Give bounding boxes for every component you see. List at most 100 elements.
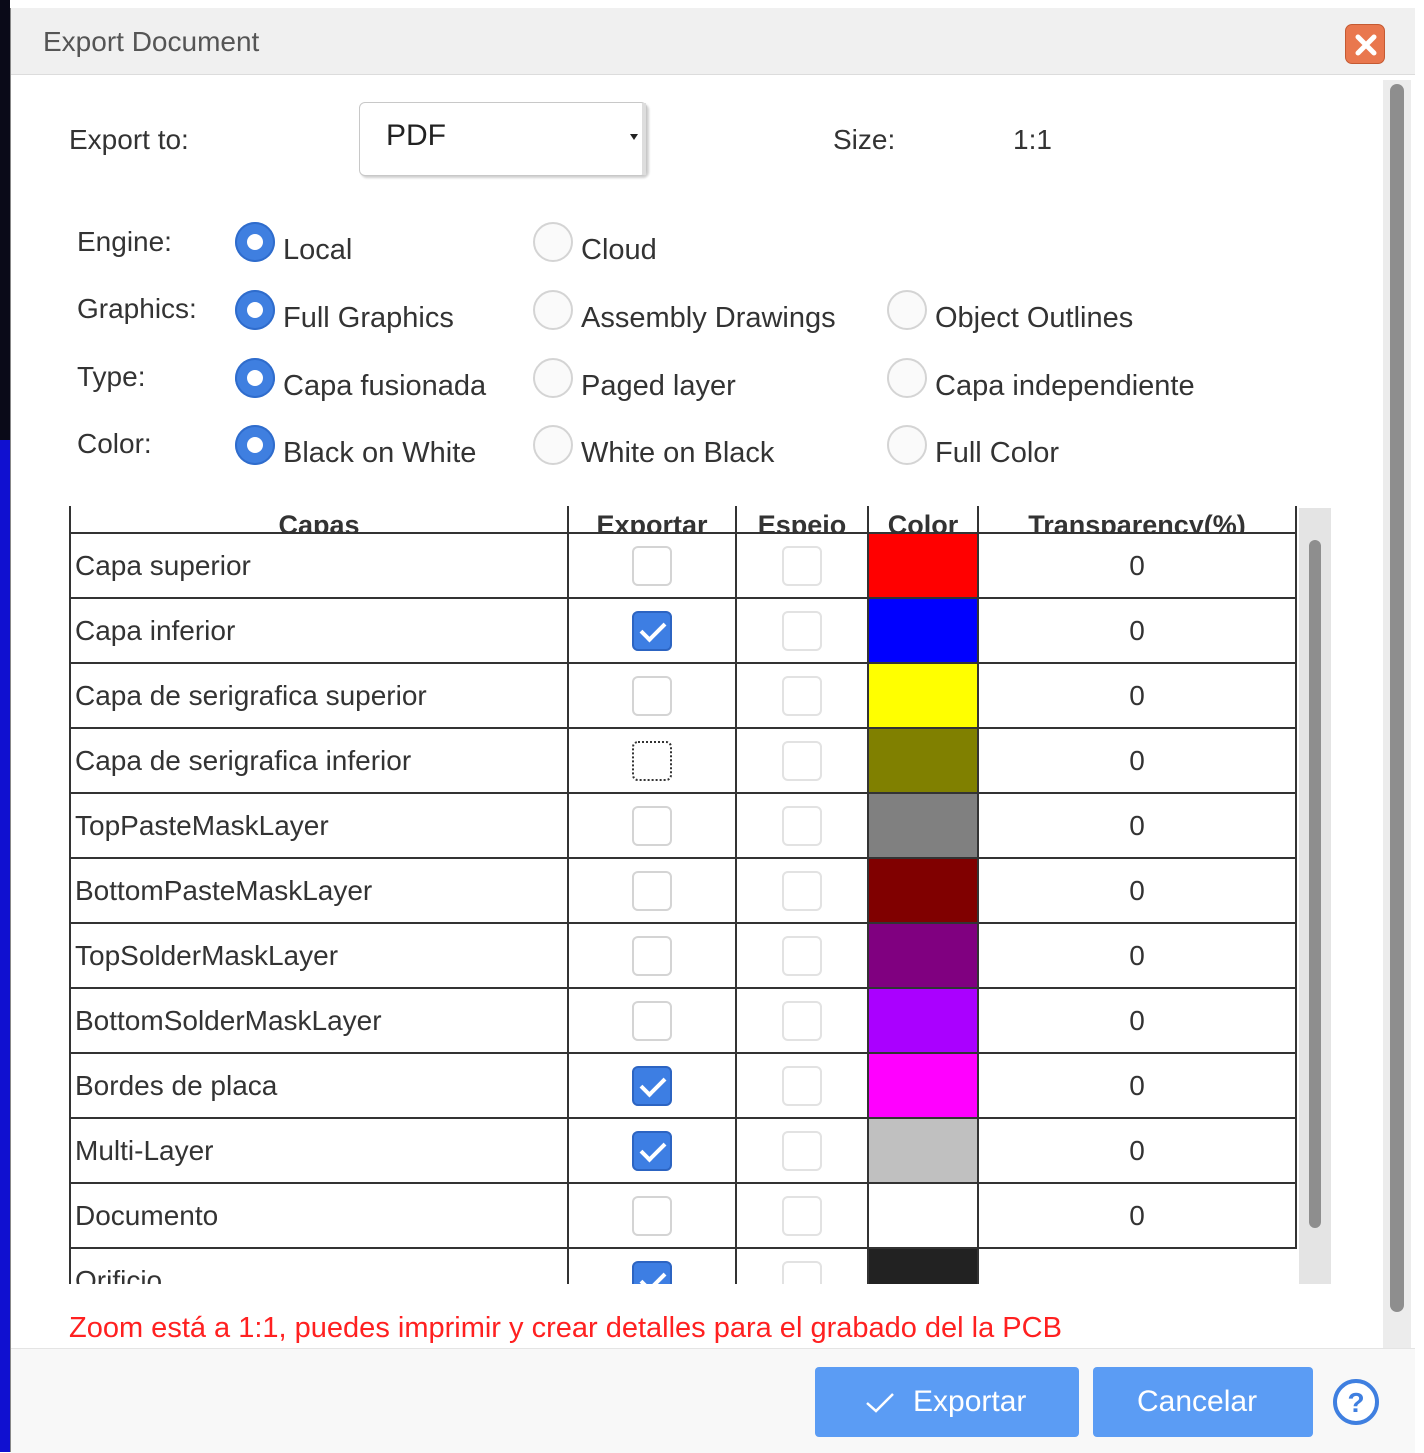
export-cell <box>567 922 737 989</box>
layer-color-swatch[interactable] <box>867 1247 979 1284</box>
mirror-checkbox[interactable] <box>782 1260 822 1284</box>
close-button[interactable] <box>1345 24 1385 64</box>
export-checkbox[interactable] <box>632 805 672 846</box>
export-format-value: PDF <box>386 119 446 152</box>
column-header-export[interactable]: Exportar <box>567 506 737 533</box>
export-checkbox[interactable] <box>632 610 672 651</box>
export-checkbox[interactable] <box>632 740 672 781</box>
table-row[interactable]: Orificio <box>69 1247 1296 1284</box>
layers-table: Capas Exportar Espejo Color Transparency… <box>69 506 1297 1284</box>
zoom-warning-text: Zoom está a 1:1, puedes imprimir y crear… <box>69 1312 1062 1344</box>
layer-name-cell: BottomSolderMaskLayer <box>69 987 569 1054</box>
table-row[interactable]: TopSolderMaskLayer 0 <box>69 922 1297 989</box>
mirror-checkbox[interactable] <box>782 545 822 586</box>
layer-color-swatch[interactable] <box>867 987 979 1054</box>
cancel-button-label: Cancelar <box>1137 1385 1258 1418</box>
layer-name-cell: Capa de serigrafica superior <box>69 662 569 729</box>
export-cell <box>567 1052 737 1119</box>
transparency-cell[interactable]: 0 <box>977 792 1297 859</box>
mirror-checkbox[interactable] <box>782 1065 822 1106</box>
layer-color-swatch[interactable] <box>867 922 979 989</box>
mirror-cell <box>735 1182 869 1249</box>
dropdown-arrow-icon <box>630 134 638 140</box>
layers-table-scrollbar[interactable] <box>1299 508 1331 1284</box>
export-checkbox[interactable] <box>632 870 672 911</box>
export-checkbox[interactable] <box>632 1000 672 1041</box>
transparency-cell[interactable]: 0 <box>977 922 1297 989</box>
export-button[interactable]: Exportar <box>815 1367 1079 1437</box>
mirror-checkbox[interactable] <box>782 740 822 781</box>
layer-color-swatch[interactable] <box>867 727 979 794</box>
table-row[interactable]: BottomPasteMaskLayer 0 <box>69 857 1297 924</box>
table-row[interactable]: Multi-Layer 0 <box>69 1117 1297 1184</box>
transparency-cell[interactable]: 0 <box>977 532 1297 599</box>
column-header-transparency[interactable]: Transparency(%) <box>977 506 1297 533</box>
layer-color-swatch[interactable] <box>867 532 979 599</box>
dialog-titlebar: Export Document <box>11 8 1415 75</box>
mirror-cell <box>735 792 869 859</box>
mirror-checkbox[interactable] <box>782 675 822 716</box>
layer-color-swatch[interactable] <box>867 597 979 664</box>
export-cell <box>567 1117 737 1184</box>
layer-name-cell: Multi-Layer <box>69 1117 569 1184</box>
mirror-checkbox[interactable] <box>782 1195 822 1236</box>
mirror-checkbox[interactable] <box>782 610 822 651</box>
type-label: Type: <box>77 361 146 392</box>
transparency-cell[interactable]: 0 <box>977 727 1297 794</box>
export-cell <box>567 792 737 859</box>
layer-color-swatch[interactable] <box>867 792 979 859</box>
mirror-checkbox[interactable] <box>782 1000 822 1041</box>
export-checkbox[interactable] <box>632 545 672 586</box>
export-cell <box>567 532 737 599</box>
layer-color-swatch[interactable] <box>867 662 979 729</box>
export-checkbox[interactable] <box>632 1130 672 1171</box>
export-checkbox[interactable] <box>632 1065 672 1106</box>
transparency-cell[interactable]: 0 <box>977 987 1297 1054</box>
engine-label: Engine: <box>77 226 172 257</box>
table-row[interactable]: Documento 0 <box>69 1182 1297 1249</box>
mirror-checkbox[interactable] <box>782 935 822 976</box>
export-button-label: Exportar <box>913 1385 1027 1418</box>
transparency-cell[interactable]: 0 <box>977 1182 1297 1249</box>
background-window-edge <box>0 0 10 1452</box>
transparency-cell[interactable]: 0 <box>977 662 1297 729</box>
layer-color-swatch[interactable] <box>867 857 979 924</box>
column-header-layers[interactable]: Capas <box>69 506 569 533</box>
mirror-checkbox[interactable] <box>782 805 822 846</box>
transparency-cell[interactable] <box>978 1247 1296 1284</box>
table-row[interactable]: TopPasteMaskLayer 0 <box>69 792 1297 859</box>
mirror-cell <box>735 1247 869 1284</box>
transparency-cell[interactable]: 0 <box>977 597 1297 664</box>
mirror-cell <box>735 857 869 924</box>
export-document-dialog: Export Document Export to: PDF Size: 1:1… <box>10 8 1415 1453</box>
layer-color-swatch[interactable] <box>867 1052 979 1119</box>
export-checkbox[interactable] <box>632 1260 672 1284</box>
export-format-select[interactable]: PDF <box>359 102 647 176</box>
table-row[interactable]: BottomSolderMaskLayer 0 <box>69 987 1297 1054</box>
export-cell <box>567 597 737 664</box>
transparency-cell[interactable]: 0 <box>977 1117 1297 1184</box>
mirror-checkbox[interactable] <box>782 1130 822 1171</box>
mirror-checkbox[interactable] <box>782 870 822 911</box>
help-button[interactable]: ? <box>1333 1379 1379 1425</box>
table-row[interactable]: Bordes de placa 0 <box>69 1052 1297 1119</box>
mirror-cell <box>735 727 869 794</box>
export-cell <box>567 662 737 729</box>
cancel-button[interactable]: Cancelar <box>1093 1367 1313 1437</box>
export-checkbox[interactable] <box>632 935 672 976</box>
transparency-cell[interactable]: 0 <box>977 857 1297 924</box>
table-row[interactable]: Capa inferior 0 <box>69 597 1297 664</box>
layer-name-cell: Capa de serigrafica inferior <box>69 727 569 794</box>
column-header-color[interactable]: Color <box>867 506 979 533</box>
layer-color-swatch[interactable] <box>867 1182 979 1249</box>
transparency-cell[interactable]: 0 <box>977 1052 1297 1119</box>
table-row[interactable]: Capa de serigrafica superior 0 <box>69 662 1297 729</box>
export-checkbox[interactable] <box>632 1195 672 1236</box>
table-row[interactable]: Capa superior 0 <box>69 532 1297 599</box>
layer-color-swatch[interactable] <box>867 1117 979 1184</box>
dialog-scrollbar[interactable] <box>1383 80 1411 1350</box>
table-row[interactable]: Capa de serigrafica inferior 0 <box>69 727 1297 794</box>
layer-name-cell: Capa inferior <box>69 597 569 664</box>
column-header-mirror[interactable]: Espejo <box>735 506 869 533</box>
export-checkbox[interactable] <box>632 675 672 716</box>
